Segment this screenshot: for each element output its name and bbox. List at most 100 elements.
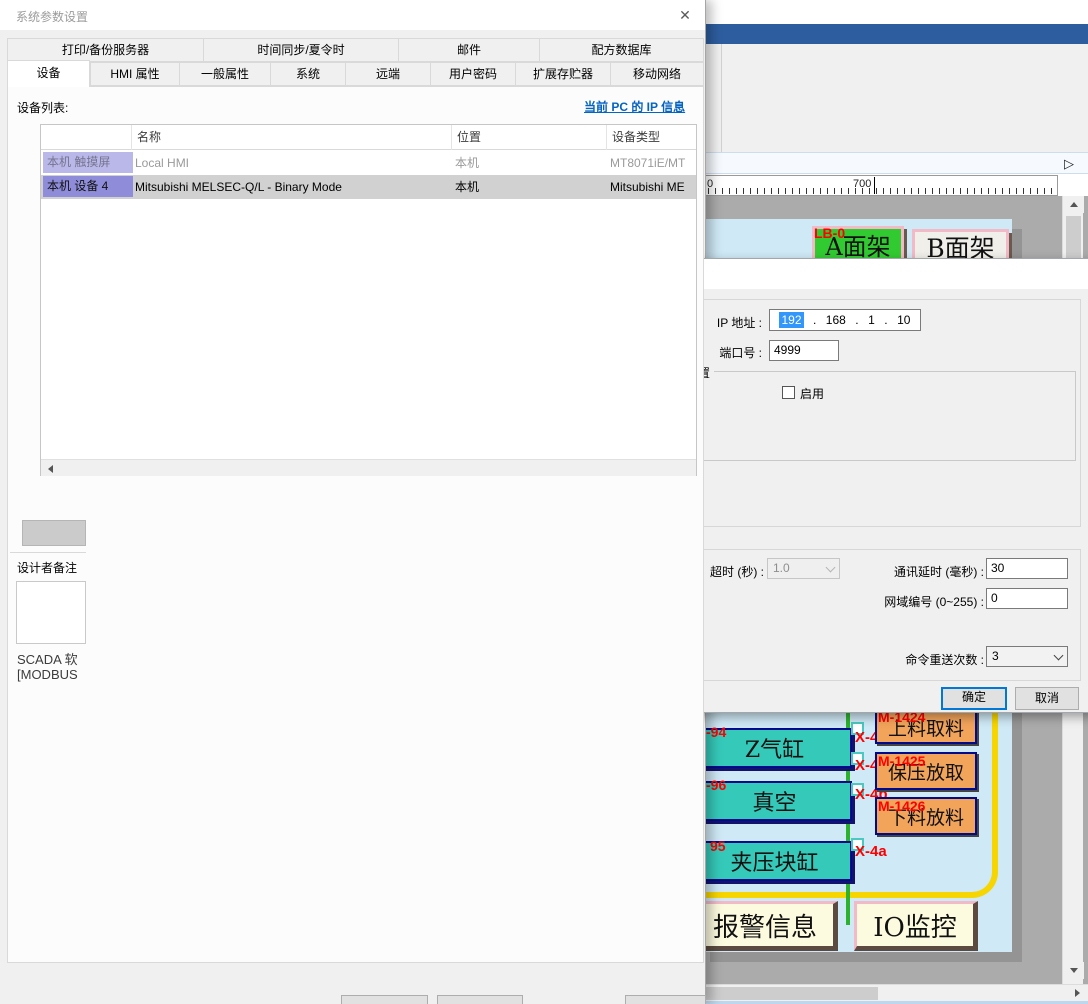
hmi-button-alarm[interactable]: 报警信息 bbox=[700, 901, 838, 951]
chevron-down-icon bbox=[1054, 650, 1064, 660]
ip-octet-4[interactable]: 10 bbox=[897, 313, 910, 327]
network-number-input[interactable]: 0 bbox=[986, 588, 1068, 609]
hmi-button-io-monitor[interactable]: IO监控 bbox=[854, 901, 978, 951]
tab-user-password[interactable]: 用户密码 bbox=[430, 62, 516, 86]
designer-note-box[interactable] bbox=[16, 581, 86, 644]
row-name: Local HMI bbox=[135, 151, 450, 175]
divider bbox=[10, 552, 86, 553]
tab-system[interactable]: 系统 bbox=[270, 62, 346, 86]
ip-dot: . bbox=[813, 313, 816, 327]
hmi-tag-y95: 95 bbox=[710, 838, 726, 854]
ip-octet-2[interactable]: 168 bbox=[826, 313, 846, 327]
bg-panel-divider bbox=[721, 44, 722, 152]
editor-hscrollbar[interactable] bbox=[706, 984, 1088, 1001]
footer-button-1[interactable] bbox=[341, 995, 428, 1004]
tab-cellular[interactable]: 移动网络 bbox=[610, 62, 704, 86]
designer-note-label: 设计者备注 bbox=[17, 559, 77, 576]
row-badge: 本机 触摸屏 bbox=[43, 152, 133, 173]
row-type: MT8071iE/MT bbox=[610, 151, 696, 175]
chevron-down-icon bbox=[826, 562, 836, 572]
hmi-button-label: 报警信息 bbox=[713, 907, 817, 944]
tab-label: 时间同步/夏令时 bbox=[257, 43, 344, 57]
network-number-label: 网域编号 (0~255) : bbox=[846, 593, 984, 610]
system-settings-titlebar: 系统参数设置 ✕ bbox=[0, 0, 705, 30]
table-row-local-hmi[interactable]: 本机 触摸屏 Local HMI 本机 MT8071iE/MT bbox=[41, 151, 696, 175]
ip-dot: . bbox=[855, 313, 858, 327]
bg-app-blue-toolbar bbox=[700, 24, 1088, 44]
combo-value: 3 bbox=[992, 649, 999, 663]
editor-ruler: 0 700 bbox=[700, 175, 1058, 196]
scroll-up-icon[interactable] bbox=[1063, 196, 1084, 213]
comm-delay-label: 通讯延时 (毫秒) : bbox=[854, 563, 984, 580]
tab-device[interactable]: 设备 bbox=[7, 60, 90, 87]
tab-recipe-db[interactable]: 配方数据库 bbox=[539, 38, 704, 62]
tab-label: 移动网络 bbox=[633, 67, 681, 81]
tab-remote[interactable]: 远端 bbox=[345, 62, 431, 86]
ip-octet-3[interactable]: 1 bbox=[868, 313, 875, 327]
col-type[interactable]: 设备类型 bbox=[606, 125, 702, 150]
footer-button-3[interactable] bbox=[625, 995, 706, 1004]
scroll-right-icon[interactable] bbox=[1068, 985, 1086, 1001]
comm-delay-input[interactable]: 30 bbox=[986, 558, 1068, 579]
timeout-combo: 1.0 bbox=[767, 558, 840, 579]
close-icon[interactable]: ✕ bbox=[673, 5, 697, 25]
tab-label: 扩展存贮器 bbox=[533, 67, 593, 81]
hmi-tag-lb0: LB-0 bbox=[814, 225, 845, 241]
tab-label: 打印/备份服务器 bbox=[62, 43, 149, 57]
tab-general[interactable]: 一般属性 bbox=[179, 62, 271, 86]
tab-label: 配方数据库 bbox=[591, 43, 651, 57]
row-location: 本机 bbox=[455, 175, 605, 199]
hmi-tag-y96: -96 bbox=[706, 777, 726, 793]
ip-octet-1[interactable]: 192 bbox=[779, 312, 803, 328]
system-settings-dialog: 系统参数设置 ✕ 打印/备份服务器 时间同步/夏令时 邮件 配方数据库 设备 H… bbox=[0, 0, 706, 1004]
tab-time-sync[interactable]: 时间同步/夏令时 bbox=[203, 38, 399, 62]
col-location[interactable]: 位置 bbox=[451, 125, 611, 150]
pc-ip-info-link[interactable]: 当前 PC 的 IP 信息 bbox=[584, 98, 685, 115]
device-table: 名称 位置 设备类型 本机 触摸屏 Local HMI 本机 MT8071iE/… bbox=[40, 124, 697, 476]
row-name: Mitsubishi MELSEC-Q/L - Binary Mode bbox=[135, 175, 450, 199]
bg-app-gray-area bbox=[700, 44, 1088, 152]
enable-checkbox[interactable] bbox=[782, 386, 795, 399]
combo-value: 1.0 bbox=[773, 561, 790, 575]
table-hscrollbar[interactable] bbox=[41, 459, 696, 476]
tab-hmi-attr[interactable]: HMI 属性 bbox=[90, 62, 180, 86]
footer-button-2[interactable] bbox=[437, 995, 523, 1004]
hmi-button-label: 夹压块缸 bbox=[730, 845, 818, 877]
ip-dot: . bbox=[884, 313, 887, 327]
screenshot-root: ▷ 0 700 A面架 LB-0 B面架 Z气缸 -94 真空 -96 夹压块缸 bbox=[0, 0, 1088, 1004]
device-list-label: 设备列表: bbox=[17, 99, 68, 116]
scroll-down-icon[interactable] bbox=[1063, 962, 1084, 979]
tab-label: 远端 bbox=[376, 67, 400, 81]
hmi-tag-m1426: M-1426 bbox=[878, 798, 925, 814]
tab-ext-memory[interactable]: 扩展存贮器 bbox=[515, 62, 611, 86]
ip-address-input[interactable]: 192 . 168 . 1 . 10 bbox=[769, 309, 921, 331]
panel-expand-icon[interactable]: ▷ bbox=[1064, 156, 1074, 172]
tab-label: 用户密码 bbox=[449, 67, 497, 81]
hmi-button-label: 真空 bbox=[752, 785, 796, 817]
table-header-row: 名称 位置 设备类型 bbox=[41, 125, 696, 150]
hscroll-thumb[interactable] bbox=[706, 987, 878, 1000]
port-input[interactable]: 4999 bbox=[769, 340, 839, 361]
col-name[interactable]: 名称 bbox=[131, 125, 456, 150]
hmi-button-label: Z气缸 bbox=[745, 732, 804, 764]
hmi-tag-m1425: M-1425 bbox=[878, 753, 925, 769]
row-type: Mitsubishi ME bbox=[610, 175, 696, 199]
cancel-button[interactable]: 取消 bbox=[1015, 687, 1079, 710]
table-row-melsec[interactable]: 本机 设备 4 Mitsubishi MELSEC-Q/L - Binary M… bbox=[41, 175, 696, 199]
hmi-tag-y94: -94 bbox=[706, 724, 726, 740]
scada-text-line2: [MODBUS bbox=[17, 667, 78, 682]
left-gray-button[interactable] bbox=[22, 520, 86, 546]
ok-button[interactable]: 确定 bbox=[941, 687, 1007, 710]
scroll-left-icon[interactable] bbox=[42, 461, 58, 476]
col-badge[interactable] bbox=[41, 125, 135, 150]
tab-print-backup[interactable]: 打印/备份服务器 bbox=[7, 38, 204, 62]
row-badge: 本机 设备 4 bbox=[43, 176, 133, 197]
tab-label: 邮件 bbox=[457, 43, 481, 57]
dialog-title: 系统参数设置 bbox=[16, 8, 88, 25]
tab-mail[interactable]: 邮件 bbox=[398, 38, 540, 62]
editor-tab-strip: ▷ bbox=[700, 152, 1088, 174]
tab-label: 设备 bbox=[36, 66, 60, 80]
tab-label: 系统 bbox=[296, 67, 320, 81]
retry-combo[interactable]: 3 bbox=[986, 646, 1068, 667]
tab-label: 一般属性 bbox=[201, 67, 249, 81]
